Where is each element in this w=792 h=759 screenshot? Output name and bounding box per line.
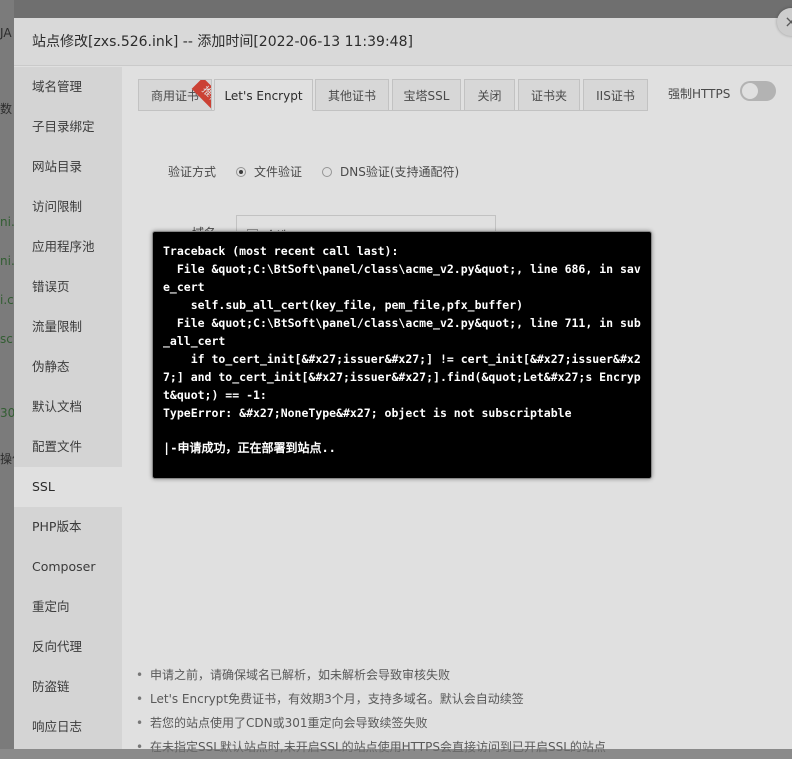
background-left-strip: JA 数 ni. ni.c i.c sc 30 操作 bbox=[0, 0, 14, 749]
tab-label: 商用证书 bbox=[150, 89, 199, 103]
tab-bt-ssl[interactable]: 宝塔SSL bbox=[392, 79, 461, 111]
radio-dns-verify[interactable] bbox=[322, 167, 332, 177]
sidebar-item-app-pool[interactable]: 应用程序池 bbox=[14, 227, 122, 267]
sidebar-item-error-page[interactable]: 错误页 bbox=[14, 267, 122, 307]
error-status-line: |-申请成功，正在部署到站点.. bbox=[163, 441, 336, 455]
sidebar-item-response-log[interactable]: 响应日志 bbox=[14, 707, 122, 747]
list-item: 申请之前，请确保域名已解析，如未解析会导致审核失败 bbox=[136, 663, 736, 687]
tab-lets-encrypt[interactable]: Let's Encrypt bbox=[214, 79, 313, 111]
sidebar-item-site-dir[interactable]: 网站目录 bbox=[14, 147, 122, 187]
background-text: JA bbox=[0, 26, 12, 40]
sidebar-item-traffic-limit[interactable]: 流量限制 bbox=[14, 307, 122, 347]
tips-list: 申请之前，请确保域名已解析，如未解析会导致审核失败 Let's Encrypt免… bbox=[136, 663, 736, 759]
sidebar-item-subdir[interactable]: 子目录绑定 bbox=[14, 107, 122, 147]
force-https-toggle[interactable] bbox=[740, 81, 776, 101]
sidebar-item-default-doc[interactable]: 默认文档 bbox=[14, 387, 122, 427]
sidebar-item-access-limit[interactable]: 访问限制 bbox=[14, 187, 122, 227]
sidebar-item-php-version[interactable]: PHP版本 bbox=[14, 507, 122, 547]
verify-method-label: 验证方式 bbox=[168, 165, 217, 179]
force-https-label: 强制HTTPS bbox=[668, 87, 731, 101]
sidebar: 域名管理 子目录绑定 网站目录 访问限制 应用程序池 错误页 流量限制 伪静态 … bbox=[14, 67, 123, 749]
background-text: 30 bbox=[0, 406, 14, 420]
background-text: sc bbox=[0, 332, 13, 346]
tab-commercial-cert[interactable]: 商用证书 推荐 bbox=[138, 79, 212, 111]
sidebar-item-domain[interactable]: 域名管理 bbox=[14, 67, 122, 107]
tab-iis-cert[interactable]: IIS证书 bbox=[583, 79, 648, 111]
tab-cert-folder[interactable]: 证书夹 bbox=[518, 79, 580, 111]
sidebar-item-config-file[interactable]: 配置文件 bbox=[14, 427, 122, 467]
sidebar-item-rewrite[interactable]: 伪静态 bbox=[14, 347, 122, 387]
dialog-title: 站点修改[zxs.526.ink] -- 添加时间[2022-06-13 11:… bbox=[14, 18, 792, 66]
sidebar-item-reverse-proxy[interactable]: 反向代理 bbox=[14, 627, 122, 667]
tab-close[interactable]: 关闭 bbox=[464, 79, 515, 111]
background-text: i.c bbox=[0, 293, 14, 307]
sidebar-item-ssl[interactable]: SSL bbox=[14, 467, 123, 507]
sidebar-item-redirect[interactable]: 重定向 bbox=[14, 587, 122, 627]
radio-dns-verify-label[interactable]: DNS验证(支持通配符) bbox=[340, 163, 459, 180]
background-text: ni.c bbox=[0, 254, 14, 268]
toggle-knob bbox=[742, 83, 758, 99]
radio-file-verify-label[interactable]: 文件验证 bbox=[254, 163, 302, 180]
close-icon: × bbox=[784, 12, 792, 31]
background-text: ni. bbox=[0, 215, 14, 229]
error-traceback: Traceback (most recent call last): File … bbox=[163, 244, 641, 420]
tab-other-cert[interactable]: 其他证书 bbox=[315, 79, 389, 111]
sidebar-item-hotlink[interactable]: 防盗链 bbox=[14, 667, 122, 707]
radio-file-verify[interactable] bbox=[236, 167, 246, 177]
list-item: 若您的站点使用了CDN或301重定向会导致续签失败 bbox=[136, 711, 736, 735]
list-item: Let's Encrypt免费证书，有效期3个月，支持多域名。默认会自动续签 bbox=[136, 687, 736, 711]
background-text: 操作 bbox=[0, 452, 14, 466]
background-text: 数 bbox=[0, 102, 13, 116]
error-message-box: Traceback (most recent call last): File … bbox=[152, 231, 652, 479]
list-item: 在未指定SSL默认站点时,未开启SSL的站点使用HTTPS会直接访问到已开启SS… bbox=[136, 735, 736, 759]
sidebar-item-composer[interactable]: Composer bbox=[14, 547, 122, 587]
